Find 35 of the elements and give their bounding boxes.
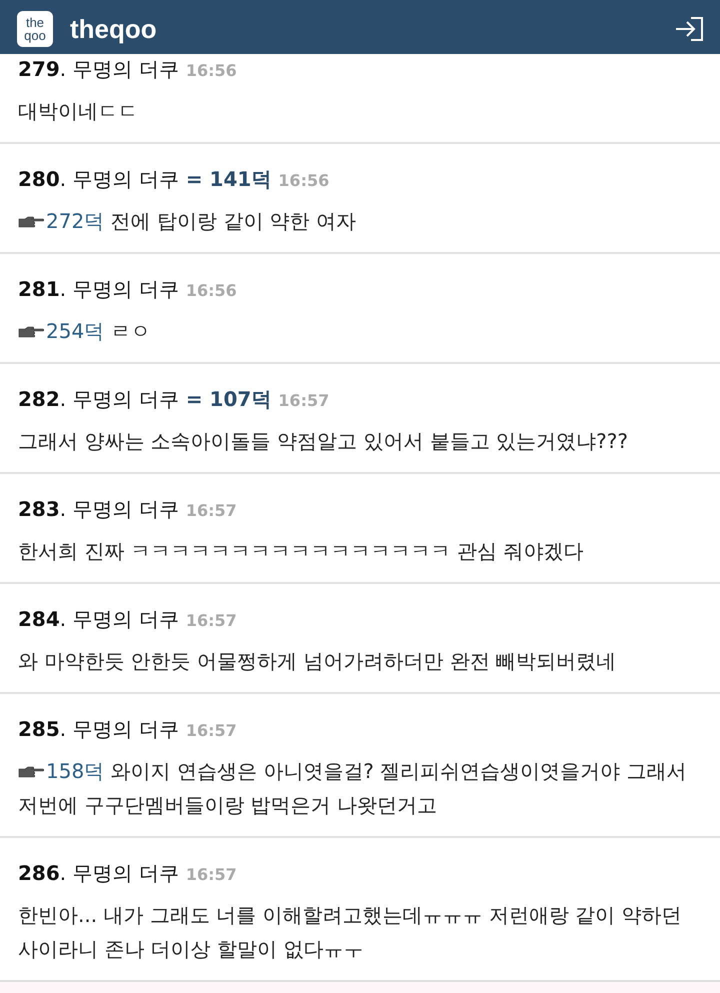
comment-text: 한서희 진짜 ㅋㅋㅋㅋㅋㅋㅋㅋㅋㅋㅋㅋㅋㅋㅋㅋ 관심 줘야겠다 bbox=[18, 538, 584, 565]
site-logo[interactable]: the qoo bbox=[17, 11, 53, 47]
comment-text: 한빈아... 내가 그래도 너를 이해할려고했는데ㅠㅠㅠ 저런애랑 같이 약하던 사이라니 존나 더이상 할말이 없다ㅠㅜ bbox=[18, 902, 683, 963]
reply-link[interactable]: 158덕 bbox=[46, 759, 104, 783]
comment-time: 16:56 bbox=[278, 170, 330, 192]
comment-time: 16:56 bbox=[186, 60, 237, 82]
login-icon[interactable] bbox=[674, 16, 704, 42]
vote-count: = 141덕 bbox=[186, 166, 272, 193]
comment-time: 16:57 bbox=[186, 610, 237, 632]
comment-time: 16:56 bbox=[186, 280, 237, 302]
comment-text: 254덕 ㄹㅇ bbox=[18, 314, 702, 348]
reply-link[interactable]: 254덕 bbox=[46, 319, 104, 343]
comment-author: 280. 무명의 더쿠 bbox=[18, 166, 179, 193]
comment-time: 16:57 bbox=[186, 720, 237, 742]
pointing-hand-icon bbox=[18, 215, 44, 229]
pointing-hand-icon bbox=[18, 325, 44, 339]
comment-author: 285. 무명의 더쿠 bbox=[18, 716, 179, 743]
comment-time: 16:57 bbox=[186, 500, 237, 522]
comment-text: 272덕 전에 탑이랑 같이 약한 여자 bbox=[18, 204, 702, 238]
comment-text: 158덕 와이지 연습생은 아니엿을걸? 젤리피쉬연습생이엿을거야 그래서 저번에 구구단멤버들이랑 밥먹은거 나왓던거고 bbox=[18, 758, 688, 819]
site-title[interactable]: theqoo bbox=[70, 14, 674, 44]
comment-time: 16:57 bbox=[278, 390, 330, 412]
reply-link[interactable]: 272덕 bbox=[46, 209, 104, 233]
comment-text: 와 마약한듯 안한듯 어물쩡하게 넘어가려하더만 완전 빼박되버렸네 bbox=[18, 648, 618, 675]
pointing-hand-icon bbox=[18, 765, 44, 779]
comment-author: 282. 무명의 더쿠 bbox=[18, 386, 179, 413]
comment-author: 281. 무명의 더쿠 bbox=[18, 276, 179, 303]
vote-count: = 107덕 bbox=[186, 386, 272, 413]
comment-author: 279. 무명의 더쿠 bbox=[18, 56, 179, 83]
comment-author: 283. 무명의 더쿠 bbox=[18, 496, 179, 523]
comment-text: 대박이네ㄷㄷ bbox=[18, 98, 139, 125]
comment-text: 그래서 양싸는 소속아이돌들 약점알고 있어서 붙들고 있는거였냐??? bbox=[18, 428, 629, 455]
comment-time: 16:57 bbox=[186, 864, 237, 886]
comment-author: 284. 무명의 더쿠 bbox=[18, 606, 179, 633]
comment-author: 286. 무명의 더쿠 bbox=[18, 860, 179, 887]
